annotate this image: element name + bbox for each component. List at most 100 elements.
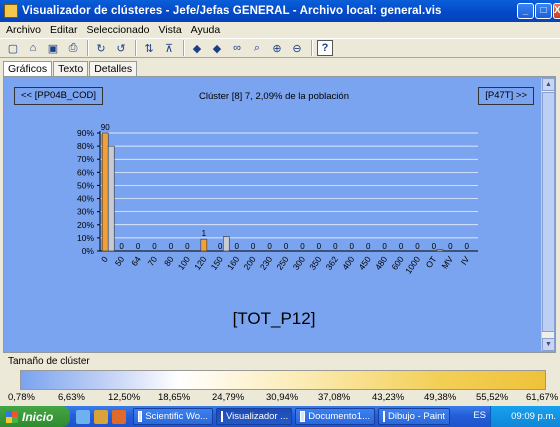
sort-icon[interactable]: ⇅ [141, 40, 157, 56]
word-icon [300, 411, 306, 422]
data-label: 0 [350, 242, 355, 251]
legend-tick: 55,52% [476, 392, 509, 403]
vertical-scrollbar[interactable]: ▲ ▼ [541, 78, 555, 351]
x-tick-label: 250 [274, 254, 290, 272]
system-tray: 09:09 p.m. [490, 406, 560, 427]
find-replace-icon[interactable]: ⌕ [249, 40, 265, 56]
data-label: 1 [202, 229, 207, 238]
task-label: Visualizador ... [226, 411, 289, 422]
tab-detalles[interactable]: Detalles [89, 61, 138, 77]
legend-tick: 18,65% [158, 392, 191, 403]
data-label: 0 [317, 242, 322, 251]
task-visualizador[interactable]: Visualizador ... [216, 408, 292, 425]
data-label: 0 [284, 242, 289, 251]
y-tick-label: 30% [77, 207, 94, 217]
arrow-left-icon[interactable]: ◆ [189, 40, 205, 56]
undo-icon[interactable]: ↺ [113, 40, 129, 56]
legend-tick: 49,38% [424, 392, 457, 403]
data-label: 0 [136, 242, 141, 251]
x-tick-label: 350 [307, 254, 323, 272]
scroll-up-icon[interactable]: ▲ [542, 78, 555, 91]
menu-archivo[interactable]: Archivo [6, 24, 41, 36]
scroll-down-icon[interactable]: ▼ [542, 338, 555, 351]
language-indicator[interactable]: ES [473, 410, 486, 421]
y-tick-label: 40% [77, 194, 94, 204]
menu-ayuda[interactable]: Ayuda [191, 24, 221, 36]
clock: 09:09 p.m. [511, 411, 556, 422]
legend-ticks: 0,78% 6,63% 12,50% 18,65% 24,79% 30,94% … [0, 392, 560, 404]
x-tick-label: 64 [129, 254, 143, 268]
toolbar-separator [311, 40, 313, 56]
data-label: 0 [267, 242, 272, 251]
data-label: 0 [234, 242, 239, 251]
toolbar-separator [183, 40, 185, 56]
maximize-button[interactable]: □ [535, 3, 552, 19]
firefox-icon[interactable] [112, 409, 126, 424]
help-icon[interactable]: ? [317, 40, 333, 56]
y-tick-label: 20% [77, 220, 94, 230]
data-label: 0 [300, 242, 305, 251]
open-icon[interactable]: ⌂ [25, 40, 41, 56]
zoom-in-icon[interactable]: ⊕ [269, 40, 285, 56]
data-label: 0 [432, 242, 437, 251]
data-label: 0 [119, 242, 124, 251]
x-tick-label: OT [424, 254, 439, 269]
task-label: Dibujo - Paint [388, 411, 446, 422]
window-title: Visualizador de clústeres - Jefe/Jefas G… [22, 5, 442, 17]
task-paint[interactable]: Dibujo - Paint [378, 408, 450, 425]
close-button[interactable]: X [553, 3, 560, 19]
data-label: 0 [218, 242, 223, 251]
start-button[interactable]: Inicio [0, 406, 70, 427]
x-tick-label: 100 [176, 254, 192, 272]
binoculars-icon[interactable]: ∞ [229, 40, 245, 56]
filter-icon[interactable]: ⊼ [161, 40, 177, 56]
bar [222, 236, 230, 252]
task-label: Scientific Wo... [145, 411, 208, 422]
ie-icon[interactable] [76, 409, 90, 424]
data-label: 0 [251, 242, 256, 251]
task-label: Documento1... [308, 411, 370, 422]
menu-seleccionado[interactable]: Seleccionado [86, 24, 149, 36]
arrow-right-icon[interactable]: ◆ [209, 40, 225, 56]
x-tick-label: 400 [340, 254, 356, 272]
x-tick-label: 0 [99, 254, 110, 264]
task-documento[interactable]: Documento1... [295, 408, 375, 425]
title-bar[interactable]: Visualizador de clústeres - Jefe/Jefas G… [0, 0, 560, 22]
windows-logo-icon [6, 410, 18, 423]
app-icon [138, 411, 143, 422]
legend-tick: 43,23% [372, 392, 405, 403]
redo-icon[interactable]: ↻ [93, 40, 109, 56]
new-icon[interactable]: ▢ [5, 40, 21, 56]
bar [200, 238, 208, 252]
task-scientific-workplace[interactable]: Scientific Wo... [133, 408, 213, 425]
folder-icon[interactable] [94, 409, 108, 424]
bar [101, 132, 109, 252]
data-label: 0 [333, 242, 338, 251]
chart-panel: << [PP04B_COD] Clúster [8] 7, 2,09% de l… [3, 76, 556, 353]
x-tick-label: 450 [356, 254, 372, 272]
minimize-button[interactable]: _ [517, 3, 534, 19]
toolbar: ▢ ⌂ ▣ ⎙ ↻ ↺ ⇅ ⊼ ◆ ◆ ∞ ⌕ ⊕ ⊖ ? [0, 38, 560, 58]
data-label: 0 [448, 242, 453, 251]
app-window: Visualizador de clústeres - Jefe/Jefas G… [0, 0, 560, 427]
x-tick-label: 120 [192, 254, 208, 272]
tab-graficos[interactable]: Gráficos [3, 61, 53, 77]
paint-icon [383, 411, 385, 422]
data-label: 0 [169, 242, 174, 251]
y-tick-label: 80% [77, 141, 94, 151]
legend-tick: 61,67% [526, 392, 559, 403]
save-icon[interactable]: ▣ [45, 40, 61, 56]
x-tick-label: 200 [241, 254, 257, 272]
app-icon [4, 4, 18, 18]
x-tick-label: 80 [162, 254, 176, 268]
menu-bar: Archivo Editar Seleccionado Vista Ayuda [0, 22, 560, 38]
scroll-thumb[interactable] [542, 92, 555, 332]
menu-vista[interactable]: Vista [159, 24, 182, 36]
x-tick-label: 160 [225, 254, 241, 272]
y-tick-label: 10% [77, 233, 94, 243]
print-icon[interactable]: ⎙ [65, 40, 81, 56]
data-label: 90 [101, 123, 110, 132]
tab-texto[interactable]: Texto [53, 61, 89, 77]
menu-editar[interactable]: Editar [50, 24, 77, 36]
zoom-out-icon[interactable]: ⊖ [289, 40, 305, 56]
